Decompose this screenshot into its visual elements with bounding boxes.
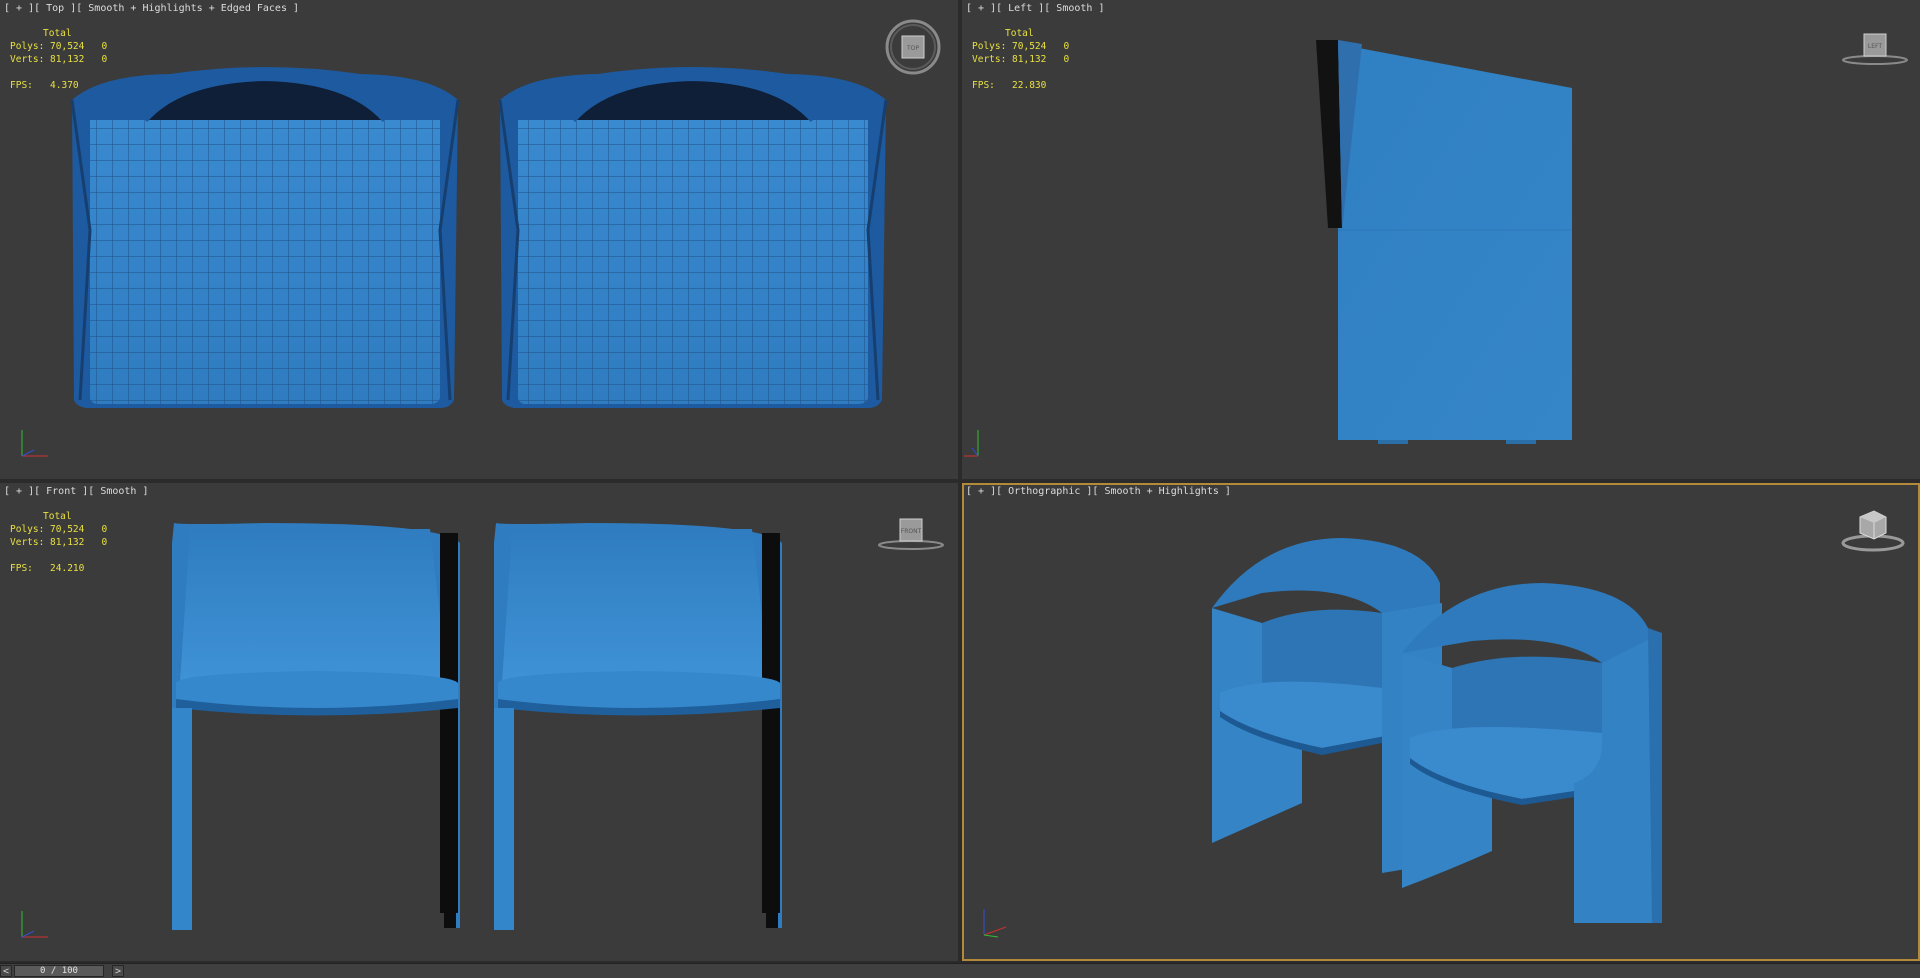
svg-text:LEFT: LEFT bbox=[1868, 43, 1882, 50]
stats-fps: FPS: 24.210 bbox=[10, 563, 85, 574]
stats-overlay: Total Polys: 70,524 0 Verts: 81,132 0 FP… bbox=[10, 27, 107, 92]
viewcube-icon[interactable] bbox=[1840, 503, 1906, 553]
axis-tripod-icon bbox=[964, 430, 979, 457]
stats-polys: Polys: 70,524 0 bbox=[10, 524, 108, 535]
axis-tripod-icon bbox=[21, 911, 48, 938]
stats-polys: Polys: 70,524 0 bbox=[10, 41, 108, 52]
chair-front-1 bbox=[172, 523, 460, 930]
viewport-top[interactable]: [ + ][ Top ][ Smooth + Highlights + Edge… bbox=[0, 0, 958, 479]
chair-top-2 bbox=[498, 67, 888, 408]
viewport-front[interactable]: [ + ][ Front ][ Smooth ] Total Polys: 70… bbox=[0, 483, 958, 961]
viewport-orthographic[interactable]: [ + ][ Orthographic ][ Smooth + Highligh… bbox=[962, 483, 1920, 961]
next-frame-button[interactable]: > bbox=[112, 965, 124, 977]
time-slider-thumb[interactable]: 0 / 100 bbox=[14, 965, 104, 977]
chair-top-1 bbox=[70, 67, 460, 408]
stats-header: Total bbox=[43, 28, 72, 39]
stats-overlay: Total Polys: 70,524 0 Verts: 81,132 0 FP… bbox=[10, 510, 107, 575]
svg-text:TOP: TOP bbox=[906, 45, 919, 52]
stats-verts: Verts: 81,132 0 bbox=[972, 54, 1070, 65]
viewport-label[interactable]: [ + ][ Orthographic ][ Smooth + Highligh… bbox=[966, 486, 1231, 497]
viewcube-icon[interactable]: TOP bbox=[884, 18, 942, 76]
viewport-left[interactable]: [ + ][ Left ][ Smooth ] Total Polys: 70,… bbox=[962, 0, 1920, 479]
stats-header: Total bbox=[1005, 28, 1034, 39]
stats-polys: Polys: 70,524 0 bbox=[972, 41, 1070, 52]
stats-overlay: Total Polys: 70,524 0 Verts: 81,132 0 FP… bbox=[972, 27, 1069, 92]
stats-fps: FPS: 22.830 bbox=[972, 80, 1047, 91]
axis-tripod-icon bbox=[21, 430, 48, 457]
viewport-label[interactable]: [ + ][ Left ][ Smooth ] bbox=[966, 3, 1104, 14]
viewcube-icon[interactable]: FRONT bbox=[876, 513, 946, 553]
stats-verts: Verts: 81,132 0 bbox=[10, 537, 108, 548]
top-view-scene bbox=[70, 67, 888, 408]
stats-verts: Verts: 81,132 0 bbox=[10, 54, 108, 65]
left-view-scene bbox=[1316, 40, 1572, 444]
chair-front-2 bbox=[494, 523, 782, 930]
viewport-label[interactable]: [ + ][ Front ][ Smooth ] bbox=[4, 486, 149, 497]
time-slider-bar: < 0 / 100 > bbox=[0, 963, 1920, 978]
prev-frame-button[interactable]: < bbox=[0, 965, 12, 977]
svg-text:FRONT: FRONT bbox=[901, 528, 922, 535]
front-view-scene bbox=[172, 523, 782, 930]
viewcube-icon[interactable]: LEFT bbox=[1840, 28, 1910, 68]
chair-ortho-2 bbox=[1402, 583, 1662, 923]
viewport-label[interactable]: [ + ][ Top ][ Smooth + Highlights + Edge… bbox=[4, 3, 299, 14]
stats-header: Total bbox=[43, 511, 72, 522]
ortho-view-scene bbox=[1212, 538, 1662, 923]
stats-fps: FPS: 4.370 bbox=[10, 80, 79, 91]
axis-tripod-icon bbox=[983, 909, 1007, 938]
